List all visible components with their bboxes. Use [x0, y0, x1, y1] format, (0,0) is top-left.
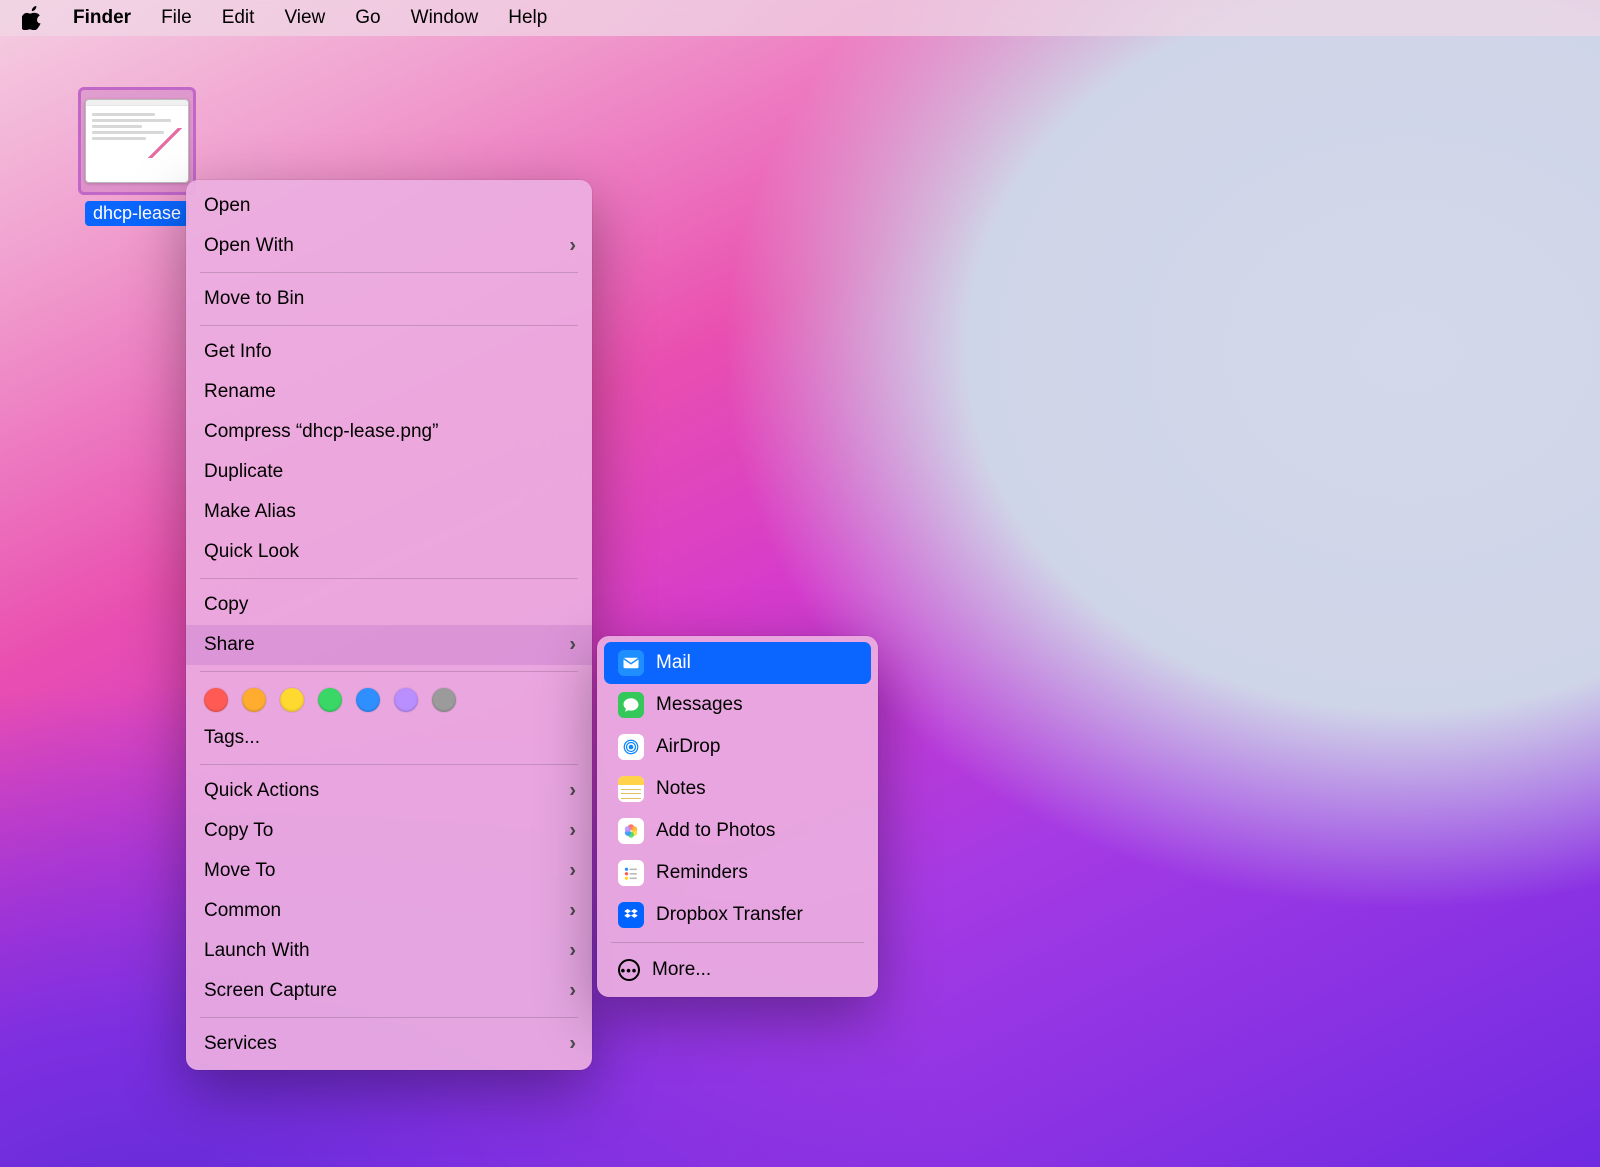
menu-quick-actions[interactable]: Quick Actions›	[186, 771, 592, 811]
tag-red[interactable]	[204, 688, 228, 712]
menubar-file[interactable]: File	[161, 7, 192, 29]
tag-orange[interactable]	[242, 688, 266, 712]
tag-yellow[interactable]	[280, 688, 304, 712]
context-menu: Open Open With› Move to Bin Get Info Ren…	[186, 180, 592, 1070]
file-thumbnail-selection	[78, 87, 196, 195]
chevron-right-icon: ›	[569, 860, 576, 883]
menu-move-to-bin[interactable]: Move to Bin	[186, 279, 592, 319]
menu-separator	[200, 325, 578, 326]
share-label: Mail	[656, 652, 691, 674]
chevron-right-icon: ›	[569, 820, 576, 843]
share-add-to-photos[interactable]: Add to Photos	[604, 810, 871, 852]
share-label: Notes	[656, 778, 706, 800]
chevron-right-icon: ›	[569, 1033, 576, 1056]
share-airdrop[interactable]: AirDrop	[604, 726, 871, 768]
chevron-right-icon: ›	[569, 980, 576, 1003]
reminders-app-icon	[618, 860, 644, 886]
chevron-right-icon: ›	[569, 235, 576, 258]
desktop-file-dhcp-lease[interactable]: dhcp-lease	[72, 87, 202, 226]
tag-green[interactable]	[318, 688, 342, 712]
menu-copy-to[interactable]: Copy To›	[186, 811, 592, 851]
menu-open-with[interactable]: Open With›	[186, 226, 592, 266]
apple-logo-icon[interactable]	[22, 6, 43, 30]
notes-app-icon	[618, 776, 644, 802]
tag-color-row	[186, 678, 592, 718]
menu-separator	[200, 764, 578, 765]
chevron-right-icon: ›	[569, 900, 576, 923]
dropbox-app-icon	[618, 902, 644, 928]
menubar-go[interactable]: Go	[355, 7, 380, 29]
menu-separator	[200, 671, 578, 672]
file-label: dhcp-lease	[85, 201, 189, 226]
menubar-view[interactable]: View	[284, 7, 325, 29]
share-notes[interactable]: Notes	[604, 768, 871, 810]
share-submenu: Mail Messages AirDrop Notes Add to Photo…	[597, 636, 878, 997]
chevron-right-icon: ›	[569, 780, 576, 803]
file-thumbnail	[85, 99, 189, 183]
share-label: Dropbox Transfer	[656, 904, 803, 926]
menu-tags[interactable]: Tags...	[186, 718, 592, 758]
menu-separator	[200, 578, 578, 579]
share-label: Reminders	[656, 862, 748, 884]
photos-app-icon	[618, 818, 644, 844]
menubar-app-name[interactable]: Finder	[73, 7, 131, 29]
share-more[interactable]: ••• More...	[604, 949, 871, 991]
menubar-help[interactable]: Help	[508, 7, 547, 29]
menu-separator	[611, 942, 864, 943]
share-label: More...	[652, 959, 711, 981]
share-reminders[interactable]: Reminders	[604, 852, 871, 894]
tag-blue[interactable]	[356, 688, 380, 712]
share-label: Messages	[656, 694, 743, 716]
menubar-window[interactable]: Window	[411, 7, 479, 29]
menu-make-alias[interactable]: Make Alias	[186, 492, 592, 532]
menu-duplicate[interactable]: Duplicate	[186, 452, 592, 492]
menu-compress[interactable]: Compress “dhcp-lease.png”	[186, 412, 592, 452]
menubar-edit[interactable]: Edit	[222, 7, 255, 29]
share-label: Add to Photos	[656, 820, 775, 842]
menu-launch-with[interactable]: Launch With›	[186, 931, 592, 971]
share-messages[interactable]: Messages	[604, 684, 871, 726]
menu-rename[interactable]: Rename	[186, 372, 592, 412]
share-dropbox-transfer[interactable]: Dropbox Transfer	[604, 894, 871, 936]
airdrop-app-icon	[618, 734, 644, 760]
chevron-right-icon: ›	[569, 634, 576, 657]
more-icon: •••	[618, 959, 640, 981]
menu-copy[interactable]: Copy	[186, 585, 592, 625]
menu-share[interactable]: Share›	[186, 625, 592, 665]
share-mail[interactable]: Mail	[604, 642, 871, 684]
menu-move-to[interactable]: Move To›	[186, 851, 592, 891]
share-label: AirDrop	[656, 736, 720, 758]
menu-screen-capture[interactable]: Screen Capture›	[186, 971, 592, 1011]
menu-open[interactable]: Open	[186, 186, 592, 226]
menu-get-info[interactable]: Get Info	[186, 332, 592, 372]
menu-separator	[200, 1017, 578, 1018]
menu-services[interactable]: Services›	[186, 1024, 592, 1064]
tag-gray[interactable]	[432, 688, 456, 712]
tag-purple[interactable]	[394, 688, 418, 712]
menu-common[interactable]: Common›	[186, 891, 592, 931]
messages-app-icon	[618, 692, 644, 718]
mail-app-icon	[618, 650, 644, 676]
menubar: Finder File Edit View Go Window Help	[0, 0, 1600, 36]
menu-quick-look[interactable]: Quick Look	[186, 532, 592, 572]
menu-separator	[200, 272, 578, 273]
chevron-right-icon: ›	[569, 940, 576, 963]
